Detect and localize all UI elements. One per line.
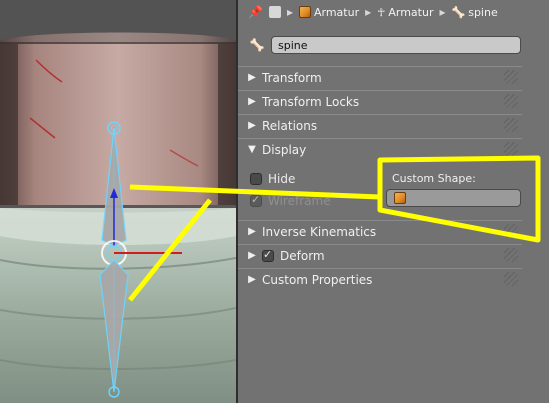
bone-icon: 🦴 [451,5,466,19]
panel-title: Deform [280,248,325,263]
bone-name-row: 🦴 spine [238,34,549,56]
panel-title: Relations [262,118,318,133]
3d-viewport[interactable] [0,0,236,403]
panel-custom-properties[interactable]: ▶ Custom Properties [238,268,522,290]
breadcrumb-separator: ▸ [439,5,446,19]
wireframe-label: Wireframe [268,194,331,208]
custom-shape-label: Custom Shape: [392,172,476,185]
panel-inverse-kinematics[interactable]: ▶ Inverse Kinematics [238,220,522,242]
breadcrumb-armature-data[interactable]: ☥ Armatur [377,6,433,19]
breadcrumb-object[interactable] [268,6,281,18]
drag-grip-icon[interactable] [504,94,518,108]
expand-triangle-icon: ▶ [248,96,256,107]
breadcrumb-label: Armatur [388,5,434,19]
panel-transform-locks[interactable]: ▶ Transform Locks [238,90,522,112]
wireframe-option[interactable]: Wireframe [250,193,331,208]
hide-option[interactable]: Hide [250,172,295,186]
drag-grip-icon[interactable] [504,272,518,286]
expand-triangle-icon: ▶ [248,274,256,285]
collapse-triangle-icon: ▼ [248,144,256,155]
panel-display[interactable]: ▼ Display [238,138,522,160]
breadcrumb-separator: ▸ [365,5,372,19]
hide-checkbox[interactable] [250,173,262,185]
properties-editor: 📌 ▸ Armatur ▸ ☥ Armatur ▸ 🦴 spine 🦴 spin… [238,0,549,403]
breadcrumb-pin[interactable]: 📌 [248,5,263,19]
breadcrumb-label: spine [468,5,498,19]
drag-grip-icon[interactable] [504,224,518,238]
expand-triangle-icon: ▶ [248,250,256,261]
drag-grip-icon[interactable] [504,142,518,156]
object-cube-icon [394,192,406,204]
expand-triangle-icon: ▶ [248,72,256,83]
bone-icon: 🦴 [249,38,265,52]
panel-transform[interactable]: ▶ Transform [238,66,522,88]
custom-shape-field[interactable] [386,189,521,207]
expand-triangle-icon: ▶ [248,120,256,131]
bone-name-field[interactable]: spine [271,36,521,54]
panel-title: Transform [262,70,322,85]
viewport-scene [0,0,236,403]
breadcrumb-bone[interactable]: 🦴 spine [452,6,498,19]
wireframe-checkbox[interactable] [250,193,262,207]
panel-title: Transform Locks [262,94,360,109]
hide-label: Hide [268,172,296,186]
object-icon [268,6,281,18]
breadcrumb-armature-object[interactable]: Armatur [298,5,360,19]
panel-title: Inverse Kinematics [262,224,377,239]
panel-deform[interactable]: ▶ Deform [238,244,522,266]
drag-grip-icon[interactable] [504,248,518,262]
expand-triangle-icon: ▶ [248,226,256,237]
panel-title: Display [262,142,307,157]
display-panel-body: Hide Wireframe Custom Shape: [238,164,522,216]
pin-icon[interactable]: 📌 [248,5,263,19]
drag-grip-icon[interactable] [504,118,518,132]
breadcrumb: 📌 ▸ Armatur ▸ ☥ Armatur ▸ 🦴 spine [238,0,549,24]
deform-checkbox[interactable] [262,248,274,262]
armature-object-icon [298,6,311,18]
panel-title: Custom Properties [262,272,373,287]
panel-relations[interactable]: ▶ Relations [238,114,522,136]
breadcrumb-label: Armatur [313,5,360,19]
bone-name-value: spine [278,38,308,52]
breadcrumb-separator: ▸ [286,5,293,19]
drag-grip-icon[interactable] [504,70,518,84]
armature-data-icon: ☥ [377,5,386,19]
